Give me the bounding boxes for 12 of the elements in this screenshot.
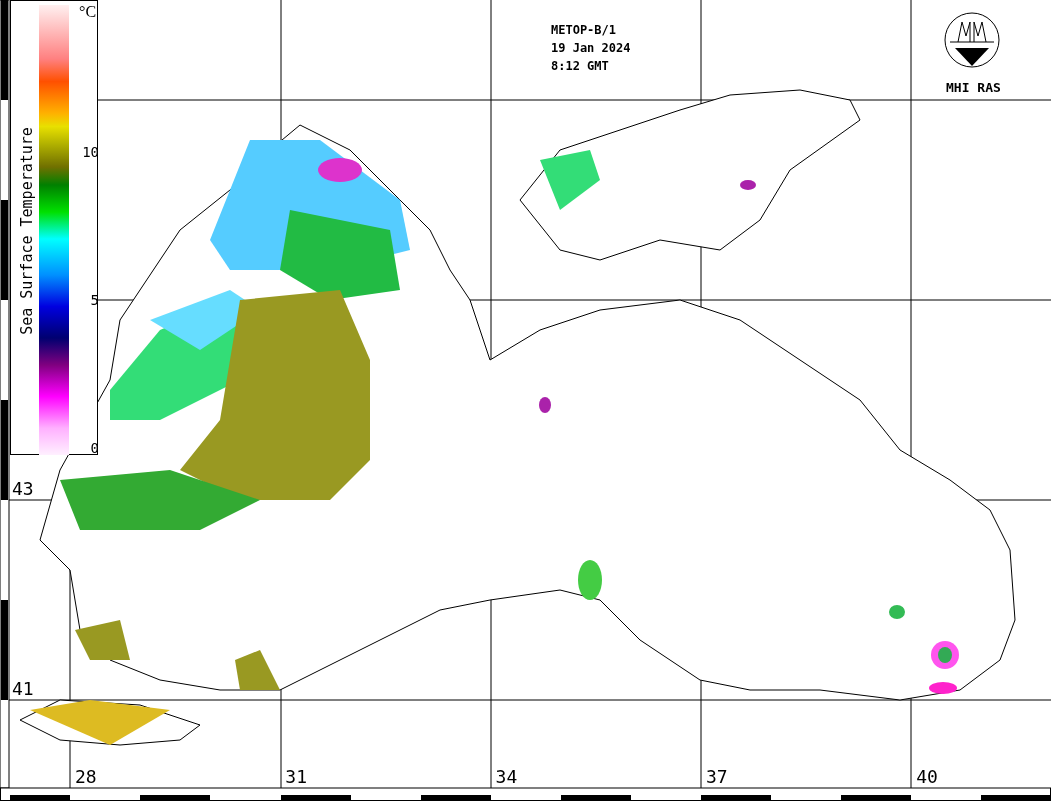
- longitude-label: 34: [495, 766, 518, 787]
- longitude-label: 28: [75, 766, 97, 787]
- longitude-label: 37: [705, 766, 728, 787]
- header-text: METOP-B/1: [551, 23, 618, 38]
- header-text: 19 Jan 2024: [551, 41, 631, 56]
- longitude-label: 31: [285, 766, 307, 787]
- logo-icon: [944, 12, 1000, 68]
- unit-label: °C: [79, 3, 97, 21]
- organization-label: MHI RAS: [946, 80, 1001, 95]
- header-text: 8:12 GMT: [551, 59, 610, 74]
- legend-title: Sea Surface Temperature: [18, 127, 36, 335]
- longitude-label: 40: [916, 766, 938, 787]
